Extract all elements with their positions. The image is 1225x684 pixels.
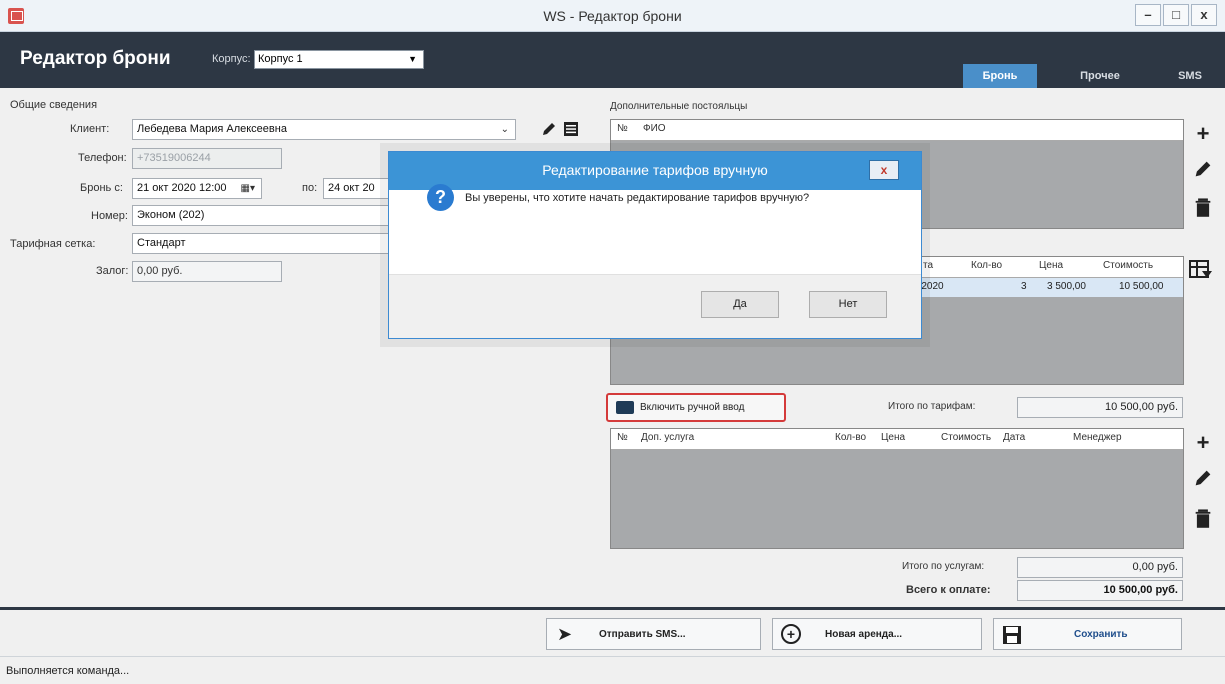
col-number: №	[617, 432, 628, 443]
status-text: Выполняется команда...	[6, 665, 130, 677]
delete-service-icon[interactable]	[1193, 507, 1213, 529]
window-controls: – □ x	[1135, 4, 1217, 26]
col-price: Цена	[1039, 260, 1064, 271]
korpus-select[interactable]: Корпус 1 ▼	[254, 50, 424, 69]
edit-service-icon[interactable]	[1192, 467, 1214, 489]
manual-input-label: Включить ручной ввод	[640, 402, 745, 413]
col-qty: Кол-во	[835, 432, 867, 443]
list-icon[interactable]	[562, 120, 580, 138]
korpus-label: Корпус:	[212, 53, 251, 65]
services-grid-header: № Доп. услуга Кол-во Цена Стоимость Дата…	[611, 429, 1183, 450]
calculator-table-icon[interactable]	[1188, 258, 1214, 282]
col-qty: Кол-во	[971, 260, 1003, 271]
send-sms-label: Отправить SMS...	[599, 629, 686, 640]
edit-resident-icon[interactable]	[1192, 158, 1214, 180]
tariff-select[interactable]: Стандарт	[132, 233, 390, 254]
window-titlebar: WS - Редактор брони – □ x	[0, 0, 1225, 32]
korpus-value: Корпус 1	[258, 53, 303, 65]
chevron-down-icon: ▼	[408, 54, 417, 64]
row-price: 3 500,00	[1047, 281, 1086, 292]
add-circle-icon: +	[781, 624, 801, 644]
tab-prochee[interactable]: Прочее	[1060, 64, 1140, 88]
residents-section-label: Дополнительные постояльцы	[610, 101, 748, 112]
no-button[interactable]: Нет	[809, 291, 887, 318]
deposit-label: Залог:	[96, 265, 129, 277]
general-section-label: Общие сведения	[10, 99, 98, 111]
manual-input-button[interactable]: Включить ручной ввод	[606, 393, 786, 422]
window-title: WS - Редактор брони	[543, 8, 682, 24]
col-service: Доп. услуга	[641, 432, 695, 443]
services-total-label: Итого по услугам:	[902, 561, 985, 572]
page-header: Редактор брони Корпус: Корпус 1 ▼ Бронь …	[0, 32, 1225, 88]
tariff-label: Тарифная сетка:	[10, 238, 96, 250]
phone-input[interactable]: +73519006244	[132, 148, 282, 169]
residents-grid-header: № ФИО	[611, 120, 1183, 141]
services-total-value: 0,00 руб.	[1017, 557, 1183, 578]
send-sms-button[interactable]: ➤ Отправить SMS...	[546, 618, 761, 650]
deposit-input[interactable]: 0,00 руб.	[132, 261, 282, 282]
grand-total-value: 10 500,00 руб.	[1017, 580, 1183, 601]
col-date: та	[923, 260, 934, 271]
page-title: Редактор брони	[20, 48, 171, 69]
add-resident-icon[interactable]: +	[1190, 121, 1216, 147]
yes-button[interactable]: Да	[701, 291, 779, 318]
room-label: Номер:	[91, 210, 128, 222]
from-label: Бронь с:	[80, 182, 123, 194]
client-value: Лебедева Мария Алексеевна	[137, 123, 287, 135]
close-button[interactable]: x	[1191, 4, 1217, 26]
save-button[interactable]: Сохранить	[993, 618, 1182, 650]
services-grid[interactable]: № Доп. услуга Кол-во Цена Стоимость Дата…	[610, 428, 1184, 549]
dialog-close-button[interactable]: x	[869, 160, 899, 180]
confirm-dialog: Редактирование тарифов вручную x ? Вы ув…	[388, 151, 922, 339]
save-label: Сохранить	[1074, 629, 1128, 640]
keyboard-icon	[616, 401, 634, 414]
chevron-down-icon: ⌄	[500, 124, 509, 135]
to-label: по:	[302, 182, 318, 194]
dialog-body: ? Вы уверены, что хотите начать редактир…	[389, 184, 921, 276]
to-date-input[interactable]: 24 окт 20	[323, 178, 389, 199]
question-icon: ?	[427, 184, 454, 211]
new-rent-label: Новая аренда...	[825, 629, 903, 640]
tab-bron[interactable]: Бронь	[963, 64, 1037, 88]
dialog-title: Редактирование тарифов вручную	[542, 162, 768, 178]
status-bar: Выполняется команда...	[0, 656, 1225, 684]
save-icon	[1003, 626, 1021, 644]
send-arrow-icon: ➤	[557, 624, 573, 644]
maximize-button[interactable]: □	[1163, 4, 1189, 26]
tariffs-total-label: Итого по тарифам:	[888, 401, 976, 412]
tariffs-total-value: 10 500,00 руб.	[1017, 397, 1183, 418]
divider	[0, 607, 1225, 610]
add-service-icon[interactable]: +	[1190, 430, 1216, 456]
col-cost: Стоимость	[1103, 260, 1154, 271]
row-qty: 3	[1021, 281, 1027, 292]
calendar-icon[interactable]: ▦▾	[241, 179, 255, 198]
from-date-input[interactable]: 21 окт 2020 12:00 ▦▾	[132, 178, 262, 199]
delete-resident-icon[interactable]	[1193, 196, 1213, 218]
col-number: №	[617, 123, 628, 134]
col-price: Цена	[881, 432, 906, 443]
new-rent-button[interactable]: + Новая аренда...	[772, 618, 982, 650]
room-input[interactable]: Эконом (202)	[132, 205, 390, 226]
col-cost: Стоимость	[941, 432, 992, 443]
from-date-value: 21 окт 2020 12:00	[137, 182, 227, 194]
tab-sms[interactable]: SMS	[1160, 64, 1220, 88]
dialog-titlebar: Редактирование тарифов вручную x	[389, 152, 921, 190]
col-manager: Менеджер	[1073, 432, 1122, 443]
client-select[interactable]: Лебедева Мария Алексеевна ⌄	[132, 119, 516, 140]
grand-total-label: Всего к оплате:	[906, 584, 991, 596]
dialog-footer: Да Нет	[389, 274, 921, 338]
minimize-button[interactable]: –	[1135, 4, 1161, 26]
row-cost: 10 500,00	[1119, 281, 1164, 292]
table-row[interactable]: 0.2020 3 3 500,00 10 500,00	[911, 278, 1183, 297]
client-label: Клиент:	[70, 123, 110, 135]
phone-label: Телефон:	[78, 152, 127, 164]
dialog-message: Вы уверены, что хотите начать редактиров…	[465, 192, 810, 204]
col-fio: ФИО	[643, 123, 666, 134]
col-date: Дата	[1003, 432, 1026, 443]
edit-client-icon[interactable]	[540, 120, 558, 138]
